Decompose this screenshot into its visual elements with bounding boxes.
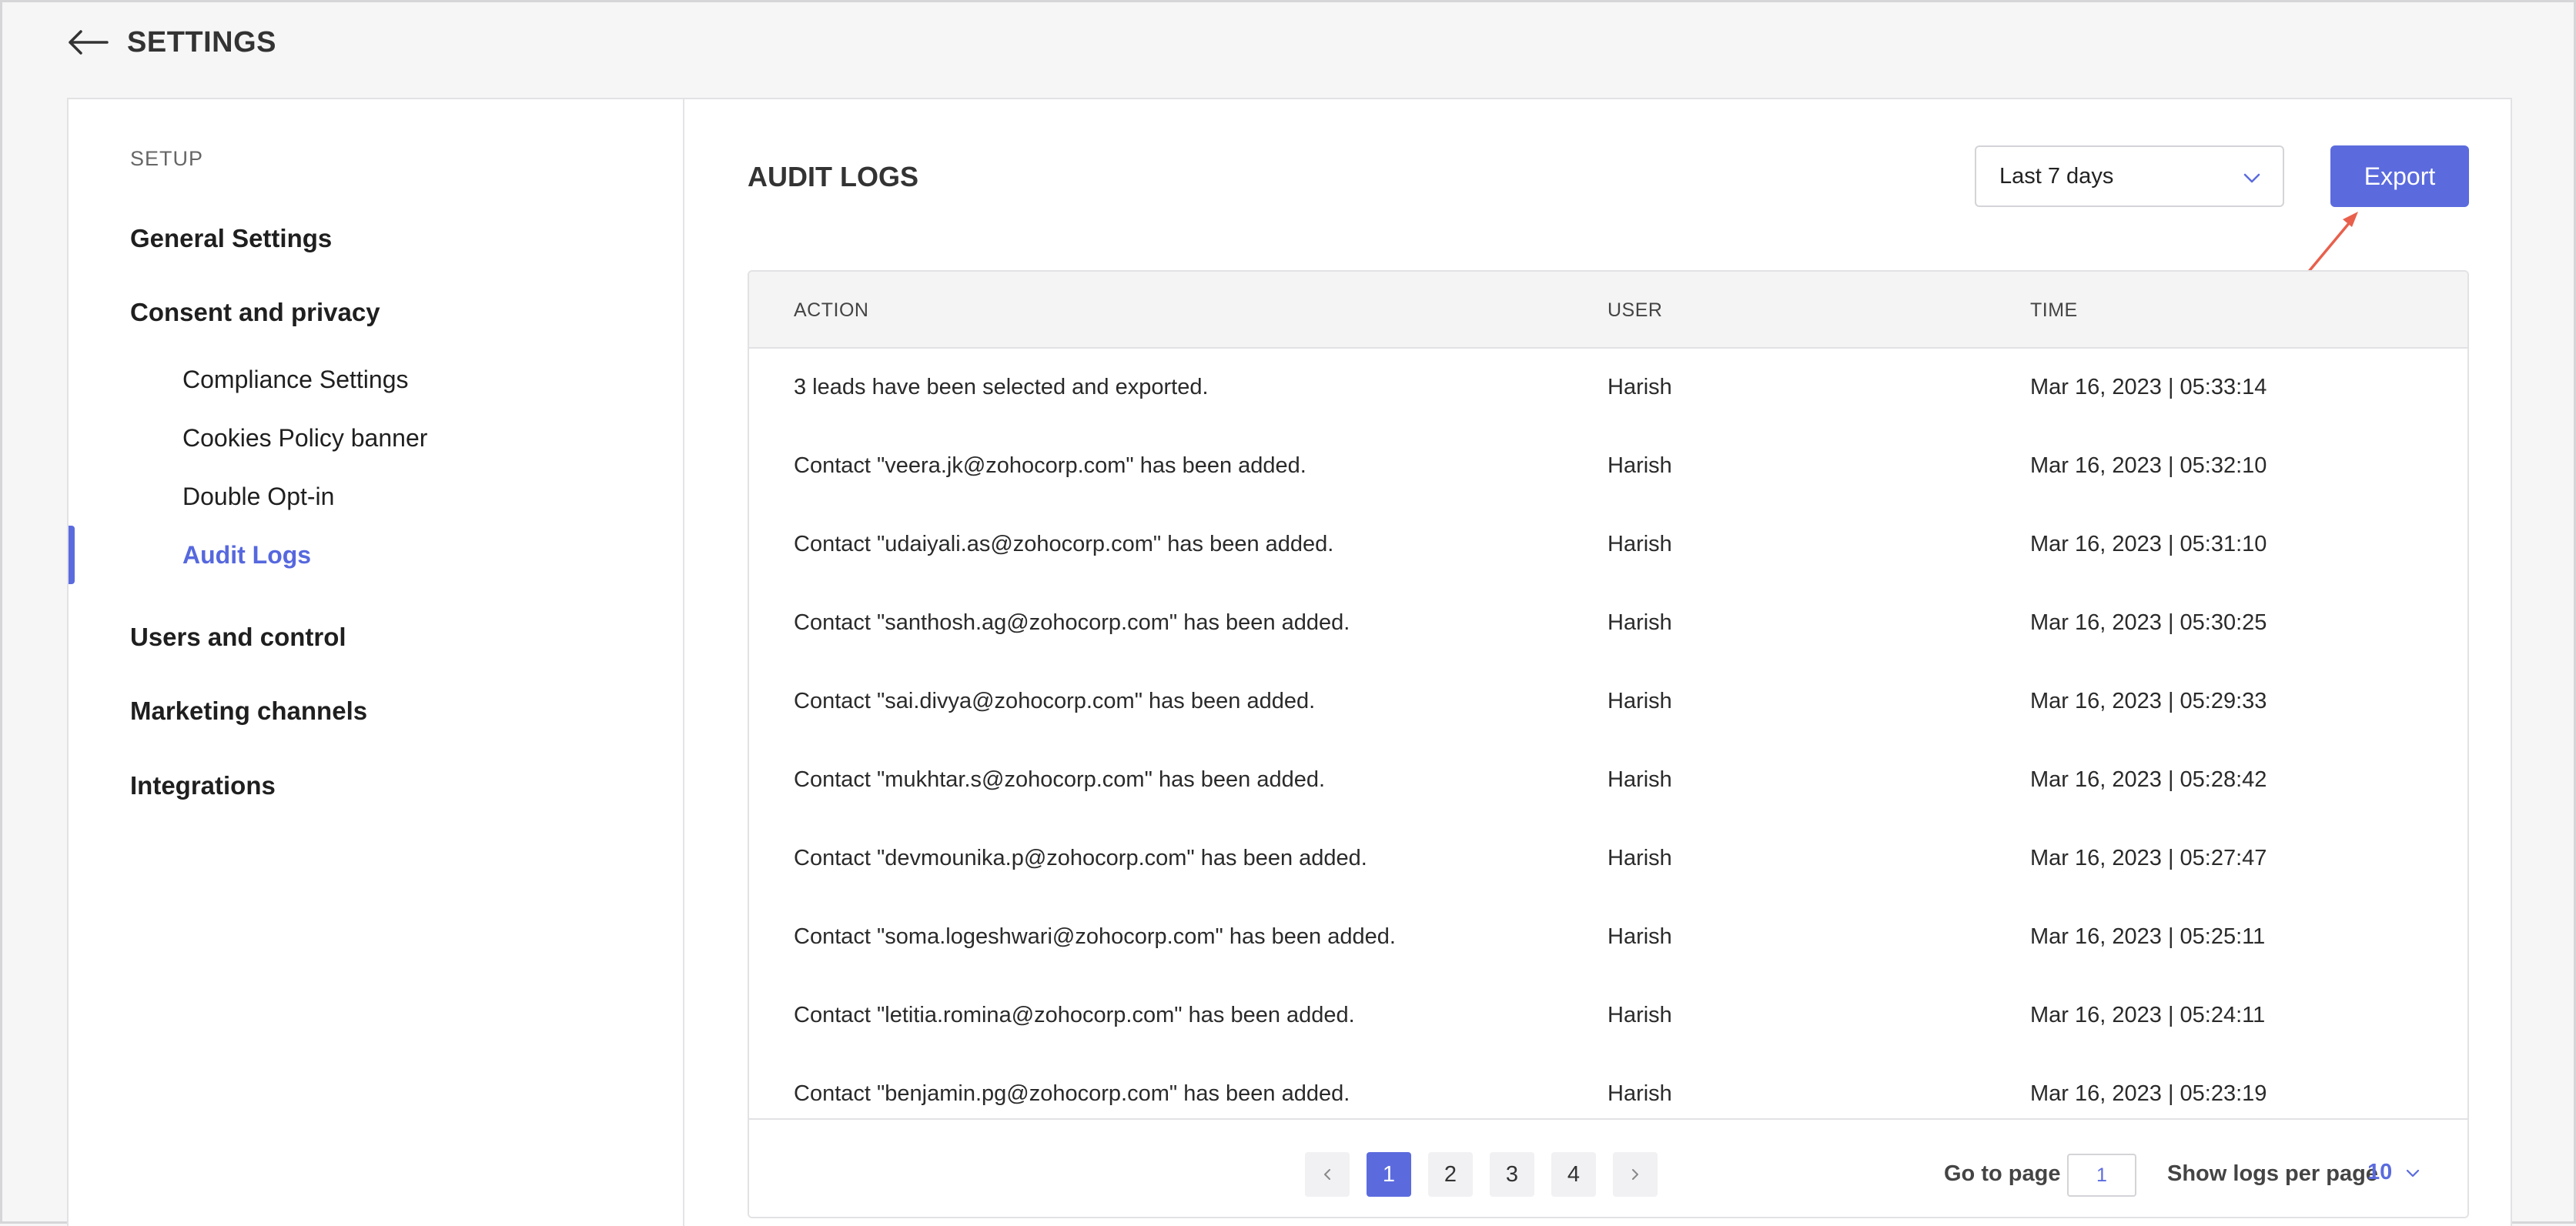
export-button[interactable]: Export <box>2330 145 2469 207</box>
cell-time: Mar 16, 2023 | 05:23:19 <box>2030 1081 2267 1106</box>
sidebar-section-label: SETUP <box>130 147 204 170</box>
table-row: 3 leads have been selected and exported.… <box>749 349 2467 427</box>
table-body: 3 leads have been selected and exported.… <box>749 349 2467 1118</box>
table-row: Contact "sai.divya@zohocorp.com" has bee… <box>749 663 2467 741</box>
sidebar-subitem-audit-logs[interactable]: Audit Logs <box>182 541 311 570</box>
sidebar-item-users-and-control[interactable]: Users and control <box>130 623 346 652</box>
cell-action: 3 leads have been selected and exported. <box>794 375 1209 399</box>
cell-user: Harish <box>1607 689 1672 713</box>
arrow-left-icon[interactable] <box>67 27 110 58</box>
chevron-right-icon <box>1632 1169 1638 1180</box>
cell-action: Contact "devmounika.p@zohocorp.com" has … <box>794 846 1367 870</box>
pagination-bar: 1 2 3 4 Go to page Show logs per page 10 <box>749 1118 2467 1217</box>
cell-user: Harish <box>1607 1081 1672 1106</box>
column-header-time: TIME <box>2030 299 2078 321</box>
cell-time: Mar 16, 2023 | 05:31:10 <box>2030 532 2267 556</box>
page-title: SETTINGS <box>127 25 277 58</box>
cell-user: Harish <box>1607 610 1672 635</box>
cell-user: Harish <box>1607 767 1672 792</box>
sidebar-subitem-compliance-settings[interactable]: Compliance Settings <box>182 366 408 394</box>
table-row: Contact "devmounika.p@zohocorp.com" has … <box>749 820 2467 898</box>
sidebar: SETUP General Settings Consent and priva… <box>69 99 684 1226</box>
column-header-user: USER <box>1607 299 1663 321</box>
sidebar-item-consent-and-privacy[interactable]: Consent and privacy <box>130 298 380 327</box>
settings-panel: SETUP General Settings Consent and priva… <box>67 98 2512 1226</box>
column-header-action: ACTION <box>794 299 869 321</box>
page-button-2[interactable]: 2 <box>1428 1152 1473 1197</box>
cell-action: Contact "benjamin.pg@zohocorp.com" has b… <box>794 1081 1350 1106</box>
app-window: SETTINGS SETUP General Settings Consent … <box>0 0 2576 1226</box>
cell-time: Mar 16, 2023 | 05:24:11 <box>2030 1003 2266 1027</box>
table-row: Contact "udaiyali.as@zohocorp.com" has b… <box>749 506 2467 584</box>
per-page-label: Show logs per page <box>2167 1161 2378 1186</box>
table-row: Contact "letitia.romina@zohocorp.com" ha… <box>749 977 2467 1055</box>
goto-page-input[interactable] <box>2067 1154 2136 1197</box>
cell-user: Harish <box>1607 1003 1672 1027</box>
main-content: AUDIT LOGS Last 7 days Export ACTION USE… <box>686 99 2512 1226</box>
table-row: Contact "mukhtar.s@zohocorp.com" has bee… <box>749 741 2467 820</box>
cell-action: Contact "soma.logeshwari@zohocorp.com" h… <box>794 924 1396 949</box>
sidebar-item-integrations[interactable]: Integrations <box>130 771 276 800</box>
chevron-down-icon[interactable] <box>2404 1164 2421 1181</box>
cell-action: Contact "veera.jk@zohocorp.com" has been… <box>794 453 1306 478</box>
chevron-down-icon <box>2241 167 2263 189</box>
cell-action: Contact "letitia.romina@zohocorp.com" ha… <box>794 1003 1355 1027</box>
cell-time: Mar 16, 2023 | 05:33:14 <box>2030 375 2267 399</box>
header: SETTINGS <box>67 19 276 65</box>
table-row: Contact "benjamin.pg@zohocorp.com" has b… <box>749 1055 2467 1118</box>
cell-time: Mar 16, 2023 | 05:27:47 <box>2030 846 2267 870</box>
cell-user: Harish <box>1607 375 1672 399</box>
page-button-1[interactable]: 1 <box>1367 1152 1411 1197</box>
sidebar-item-marketing-channels[interactable]: Marketing channels <box>130 697 367 726</box>
table-row: Contact "santhosh.ag@zohocorp.com" has b… <box>749 584 2467 663</box>
sidebar-subitem-double-opt-in[interactable]: Double Opt-in <box>182 483 334 511</box>
active-indicator <box>69 526 75 584</box>
audit-log-table: ACTION USER TIME 3 leads have been selec… <box>748 270 2469 1218</box>
cell-time: Mar 16, 2023 | 05:25:11 <box>2030 924 2266 949</box>
date-range-value: Last 7 days <box>1999 163 2114 189</box>
table-row: Contact "soma.logeshwari@zohocorp.com" h… <box>749 898 2467 977</box>
cell-user: Harish <box>1607 846 1672 870</box>
page-button-4[interactable]: 4 <box>1551 1152 1596 1197</box>
chevron-left-icon <box>1324 1169 1330 1180</box>
goto-page-label: Go to page <box>1944 1161 2061 1186</box>
cell-action: Contact "udaiyali.as@zohocorp.com" has b… <box>794 532 1334 556</box>
sidebar-item-general-settings[interactable]: General Settings <box>130 224 332 253</box>
table-header: ACTION USER TIME <box>749 272 2467 349</box>
date-range-dropdown[interactable]: Last 7 days <box>1975 145 2284 207</box>
section-title: AUDIT LOGS <box>748 161 918 192</box>
cell-time: Mar 16, 2023 | 05:29:33 <box>2030 689 2267 713</box>
cell-user: Harish <box>1607 924 1672 949</box>
per-page-dropdown[interactable]: 10 <box>2367 1160 2392 1185</box>
cell-action: Contact "santhosh.ag@zohocorp.com" has b… <box>794 610 1350 635</box>
page-button-3[interactable]: 3 <box>1490 1152 1534 1197</box>
cell-action: Contact "sai.divya@zohocorp.com" has bee… <box>794 689 1316 713</box>
cell-time: Mar 16, 2023 | 05:30:25 <box>2030 610 2267 635</box>
cell-time: Mar 16, 2023 | 05:32:10 <box>2030 453 2267 478</box>
cell-time: Mar 16, 2023 | 05:28:42 <box>2030 767 2267 792</box>
next-page-button[interactable] <box>1613 1152 1658 1197</box>
cell-user: Harish <box>1607 453 1672 478</box>
prev-page-button[interactable] <box>1305 1152 1350 1197</box>
sidebar-subitem-cookies-policy-banner[interactable]: Cookies Policy banner <box>182 424 427 453</box>
cell-user: Harish <box>1607 532 1672 556</box>
table-row: Contact "veera.jk@zohocorp.com" has been… <box>749 427 2467 506</box>
cell-action: Contact "mukhtar.s@zohocorp.com" has bee… <box>794 767 1326 792</box>
